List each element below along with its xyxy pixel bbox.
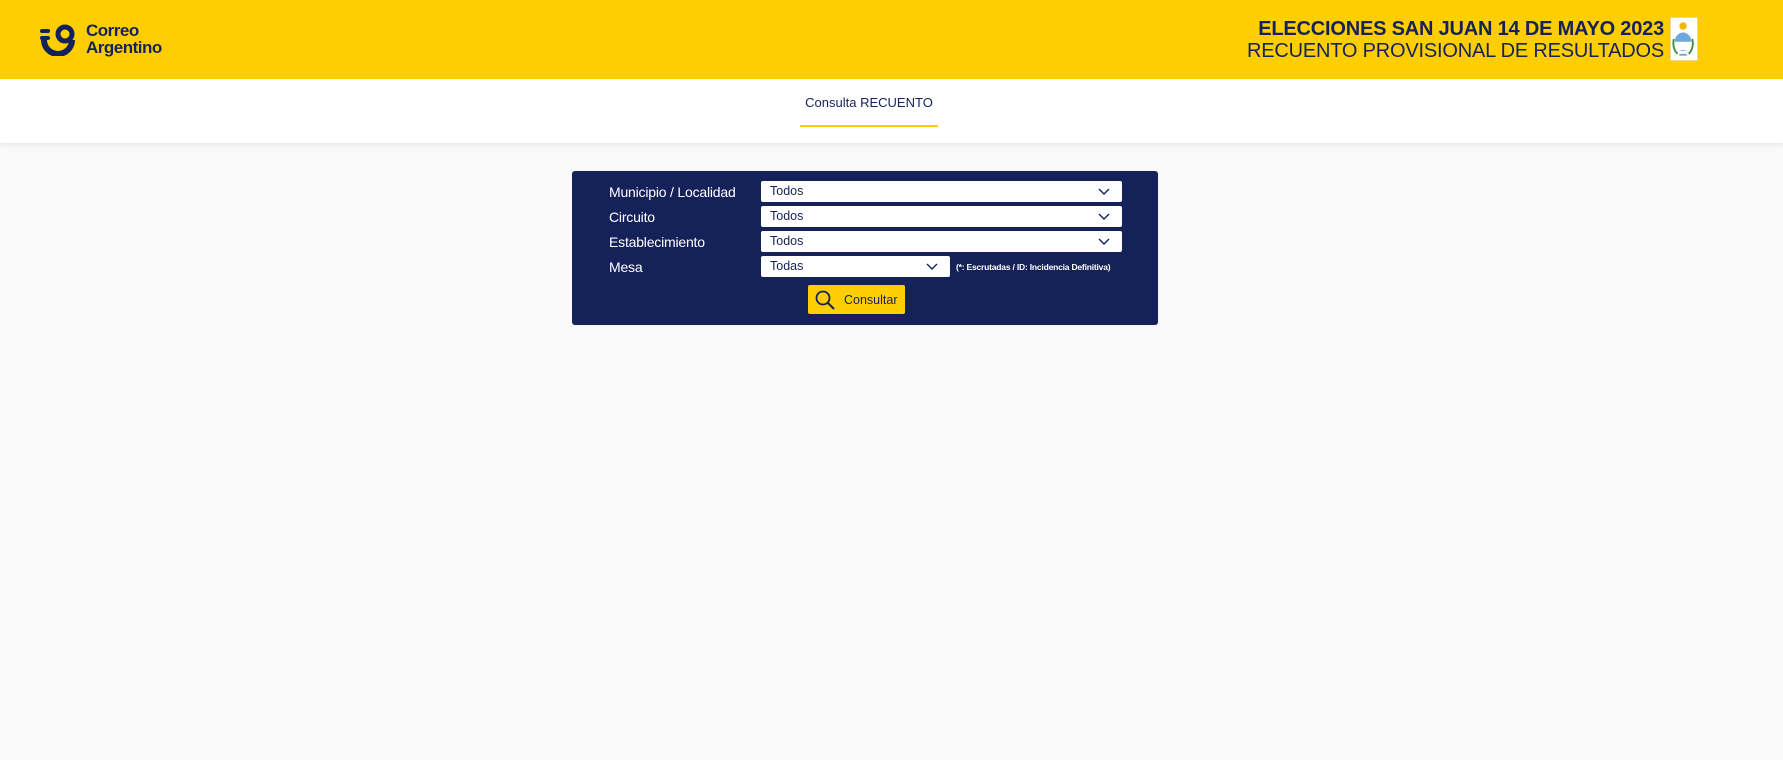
election-title-line1: ELECCIONES SAN JUAN 14 DE MAYO 2023 — [1258, 18, 1664, 40]
circuito-select-value: Todos — [770, 209, 804, 223]
correo-argentino-logo-icon — [40, 24, 75, 56]
correo-argentino-logo[interactable]: Correo Argentino — [40, 22, 162, 56]
municipio-label: Municipio / Localidad — [609, 183, 736, 200]
establecimiento-select[interactable]: Todos — [761, 231, 1122, 252]
mesa-select-value: Todas — [770, 259, 804, 273]
logo-text-line2: Argentino — [86, 38, 162, 57]
search-icon — [815, 290, 835, 310]
municipio-select[interactable]: Todos — [761, 181, 1122, 202]
chevron-down-icon — [1098, 188, 1110, 195]
header-bar: Correo Argentino ELECCIONES SAN JUAN 14 … — [0, 0, 1783, 79]
municipio-row: Municipio / Localidad Todos — [609, 181, 1122, 202]
navbar: Consulta RECUENTO — [0, 79, 1783, 143]
establecimiento-row: Establecimiento Todos — [609, 231, 1122, 252]
circuito-label: Circuito — [609, 208, 655, 225]
circuito-select[interactable]: Todos — [761, 206, 1122, 227]
consultar-button-label: Consultar — [844, 292, 898, 307]
circuito-row: Circuito Todos — [609, 206, 1122, 227]
tab-consulta-recuento[interactable]: Consulta RECUENTO — [800, 79, 938, 127]
mesa-row: Mesa Todas (*: Escrutadas / ID: Incidenc… — [609, 256, 1111, 277]
mesa-note: (*: Escrutadas / ID: Incidencia Definiti… — [956, 261, 1111, 272]
election-title-line2: RECUENTO PROVISIONAL DE RESULTADOS — [1247, 40, 1664, 62]
establecimiento-label: Establecimiento — [609, 233, 705, 250]
municipio-select-value: Todos — [770, 184, 804, 198]
logo-text-line1: Correo — [86, 21, 139, 40]
chevron-down-icon — [1098, 238, 1110, 245]
chevron-down-icon — [926, 263, 938, 270]
establecimiento-select-value: Todos — [770, 234, 804, 248]
san-juan-coat-of-arms-icon — [1670, 17, 1698, 61]
mesa-select[interactable]: Todas — [761, 256, 950, 277]
election-title: ELECCIONES SAN JUAN 14 DE MAYO 2023 RECU… — [1247, 18, 1664, 62]
chevron-down-icon — [1098, 213, 1110, 220]
mesa-label: Mesa — [609, 258, 643, 275]
consultar-button[interactable]: Consultar — [808, 285, 905, 314]
query-form-panel: Municipio / Localidad Todos Circuito Tod… — [572, 171, 1158, 325]
